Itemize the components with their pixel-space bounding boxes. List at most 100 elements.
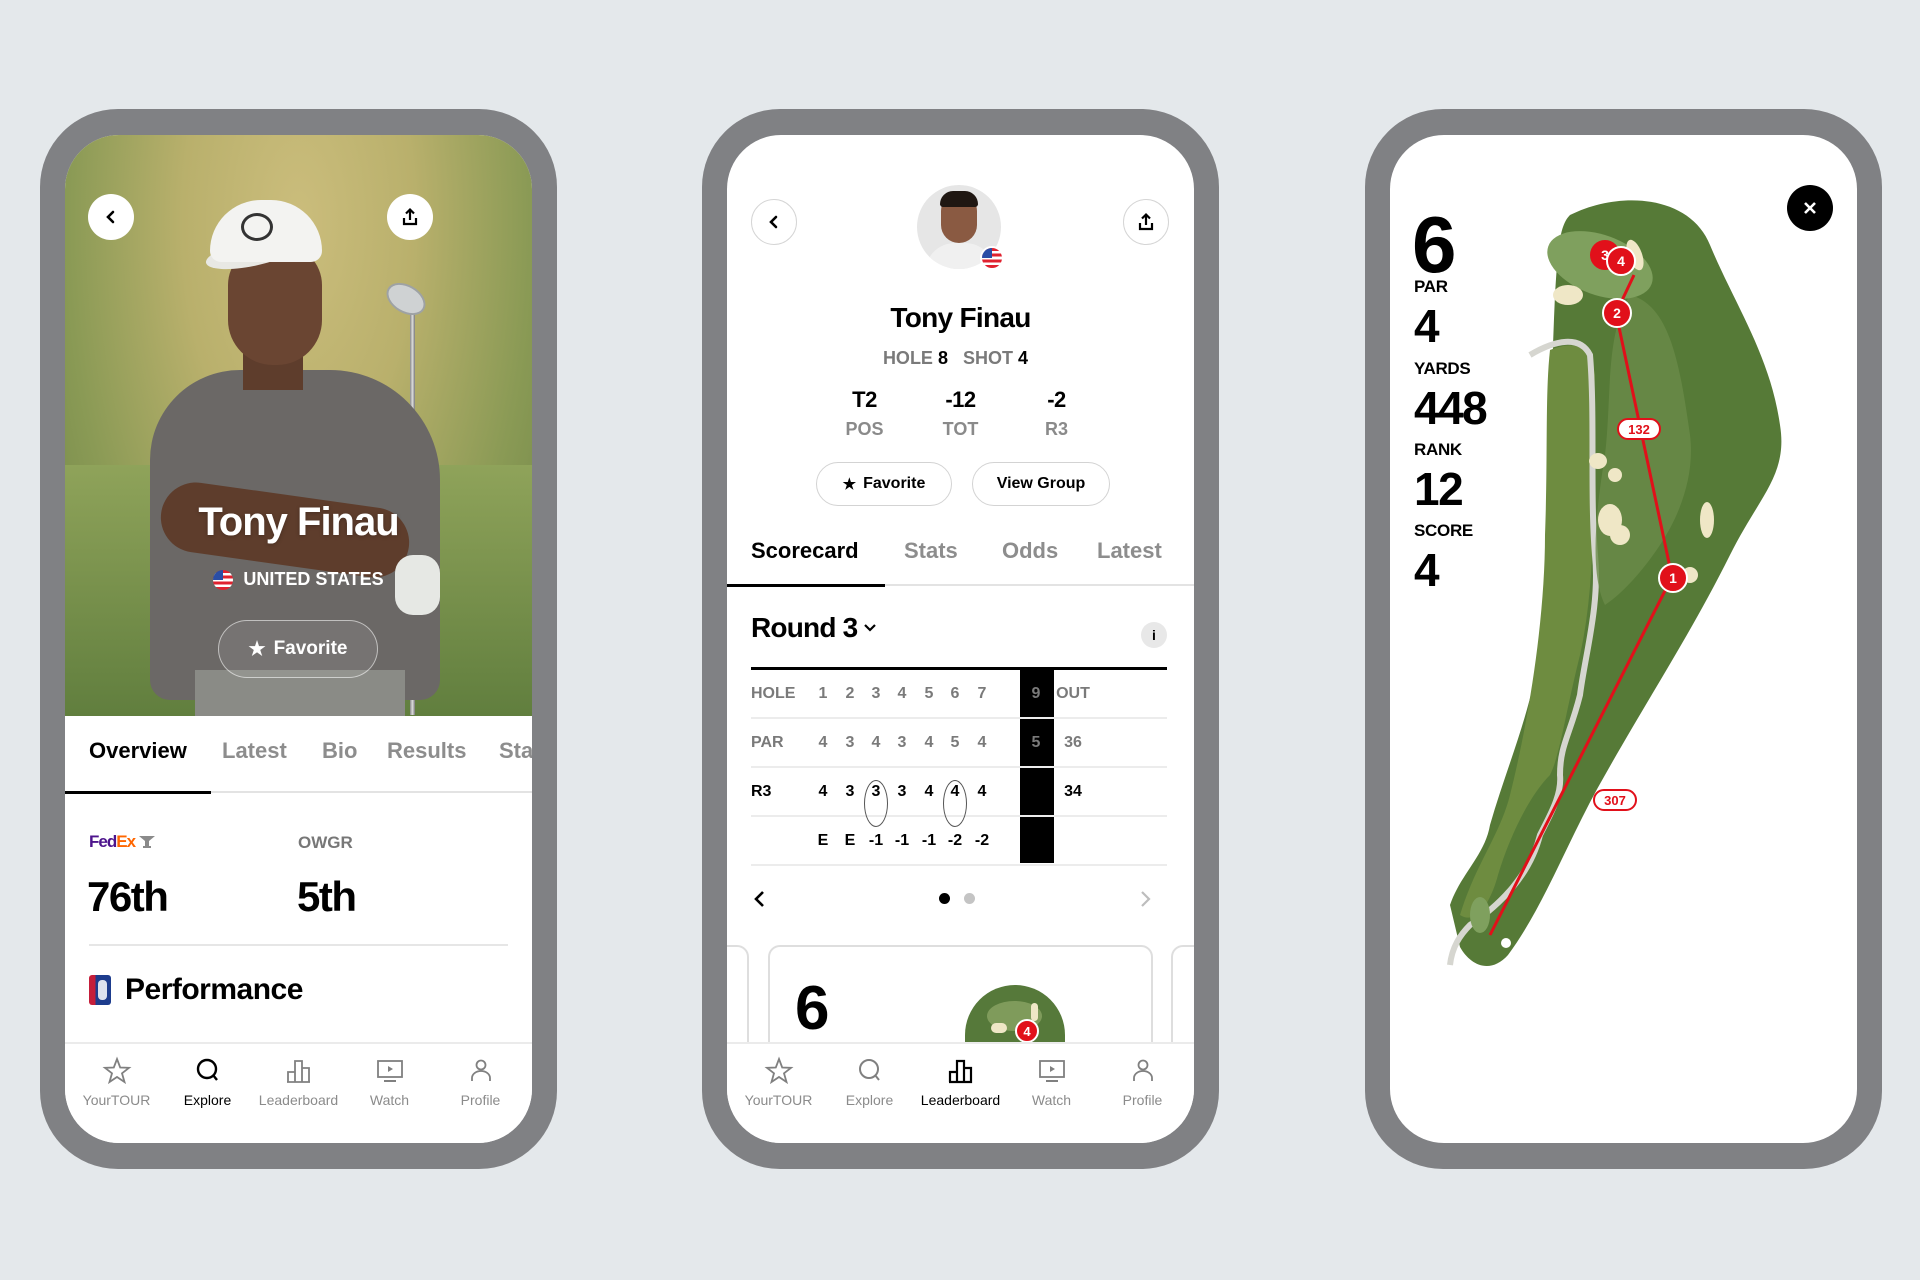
distance-label: 307 (1593, 789, 1637, 811)
nav-label: Profile (1122, 1092, 1163, 1108)
score-cell: 3 (897, 783, 907, 800)
profile-icon (470, 1059, 491, 1081)
stat-label: R3 (1044, 419, 1068, 439)
row-label: PAR (751, 734, 784, 751)
performance-heading: Performance (89, 973, 303, 1007)
info-label: SCORE (1414, 521, 1473, 540)
share-button[interactable] (387, 194, 433, 240)
view-group-label: View Group (996, 475, 1086, 492)
shot-marker-1[interactable]: 1 (1658, 563, 1688, 593)
row-total (1053, 817, 1093, 864)
chevron-left-icon[interactable] (753, 889, 767, 909)
nav-label: Leaderboard (920, 1092, 1001, 1108)
nav-leaderboard[interactable]: Leaderboard (254, 1044, 344, 1143)
nav-profile[interactable]: Profile (436, 1044, 526, 1143)
pager-dot[interactable] (964, 893, 975, 904)
screen: Tony Finau HOLE 8 SHOT 4 T2 POS -12 TOT -2… (727, 135, 1194, 1143)
shot-value: 4 (1018, 348, 1029, 368)
back-button[interactable] (751, 199, 797, 245)
tab-overview[interactable]: Overview (89, 738, 187, 764)
close-button[interactable] (1787, 185, 1833, 231)
leaderboard-icon (286, 1060, 310, 1083)
hole-value: 8 (937, 348, 948, 368)
star-icon (102, 1056, 131, 1085)
tab-latest[interactable]: Latest (222, 738, 287, 764)
nav-explore[interactable]: Explore (825, 1044, 915, 1143)
close-icon (1804, 202, 1816, 214)
scorecard-tabs: Scorecard Stats Odds Latest (727, 530, 1194, 586)
score-cell: -1 (894, 832, 910, 849)
tab-stats[interactable]: Stats (904, 538, 958, 564)
score-cell: -2 (1001, 832, 1017, 849)
nav-profile[interactable]: Profile (1098, 1044, 1188, 1143)
round-selector[interactable]: Round 3 (751, 612, 877, 644)
nav-label: Watch (1031, 1092, 1072, 1108)
tab-latest[interactable]: Latest (1097, 538, 1162, 564)
info-value: 448 (1414, 382, 1488, 434)
row-total: 34 (1064, 783, 1082, 800)
chevron-left-icon (106, 210, 115, 224)
nav-watch[interactable]: Watch (1007, 1044, 1097, 1143)
nav-yourtour[interactable]: YourTOUR (72, 1044, 162, 1143)
tab-results[interactable]: Results (387, 738, 466, 764)
tab-label: Stats (499, 738, 532, 763)
nav-label: Explore (183, 1092, 232, 1108)
tab-label: Stats (904, 538, 958, 563)
tab-label: Latest (222, 738, 287, 763)
share-button[interactable] (1123, 199, 1169, 245)
star-icon: ★ (842, 476, 857, 493)
tab-odds[interactable]: Odds (1002, 538, 1058, 564)
score-cell: -2 (974, 832, 990, 849)
phone-hole-detail: 6 PAR 4 YARDS 448 RANK 12 SCORE 4 1 2 3 4 307 1… (1365, 109, 1882, 1169)
nav-leaderboard[interactable]: Leaderboard (916, 1044, 1006, 1143)
pager-dot-active[interactable] (939, 893, 950, 904)
active-tab-indicator (727, 584, 885, 587)
scorecard-row-par: PAR 4 3 4 3 4 5 4 4 5 36 (751, 719, 1167, 768)
nav-label: Profile (460, 1092, 501, 1108)
back-button[interactable] (88, 194, 134, 240)
distance-label: 132 (1617, 418, 1661, 440)
score-cell: 4 (940, 768, 970, 827)
chevron-right-icon[interactable] (1138, 889, 1152, 909)
view-group-button[interactable]: View Group (972, 462, 1110, 506)
score-cell: 8 (1004, 685, 1014, 702)
favorite-button[interactable]: ★ Favorite (816, 462, 952, 506)
stat-value: T2 (852, 387, 877, 412)
score-cell: 3 (897, 734, 907, 751)
tab-label: Bio (322, 738, 358, 763)
tab-scorecard[interactable]: Scorecard (751, 538, 859, 564)
score-cell: 7 (977, 685, 987, 702)
chevron-left-icon (769, 215, 778, 229)
tab-stats[interactable]: Stats (499, 738, 532, 764)
tab-label: Latest (1097, 538, 1162, 563)
tab-label: Overview (89, 738, 187, 763)
score-cell: 5 (950, 734, 960, 751)
score-cell: 4 (818, 783, 828, 800)
bottom-nav: YourTOUR Explore Leaderboard Watch Profi… (65, 1042, 532, 1143)
shot-label: SHOT (963, 348, 1014, 368)
shot-marker-2[interactable]: 2 (1602, 298, 1632, 328)
info-button[interactable]: i (1141, 622, 1167, 648)
star-icon (764, 1056, 793, 1085)
shot-marker-4[interactable]: 4 (1606, 246, 1636, 276)
row-total: OUT (1056, 685, 1090, 702)
tab-bio[interactable]: Bio (322, 738, 357, 764)
nav-watch[interactable]: Watch (345, 1044, 435, 1143)
nav-yourtour[interactable]: YourTOUR (734, 1044, 824, 1143)
nav-label: YourTOUR (82, 1092, 151, 1108)
hole-info-score: SCORE 4 (1414, 521, 1473, 593)
stat-value: -2 (1047, 387, 1066, 412)
favorite-button[interactable]: ★ Favorite (218, 620, 378, 678)
player-name: Tony Finau (198, 500, 399, 544)
fedex-rank: 76th (87, 873, 169, 920)
score-cell: - (1033, 783, 1039, 800)
info-value: 4 (1414, 300, 1440, 352)
score-cell: 4 (1004, 783, 1014, 800)
owgr-label: OWGR (298, 833, 353, 852)
scorecard-row-hole: HOLE 1 2 3 4 5 6 7 8 9 OUT (751, 670, 1167, 719)
divider (89, 944, 508, 946)
player-tabs: Overview Latest Bio Results Stats (65, 716, 532, 793)
info-value: 12 (1414, 463, 1464, 515)
fedex-cup-logo: Fed Ex (89, 832, 156, 852)
nav-explore[interactable]: Explore (163, 1044, 253, 1143)
